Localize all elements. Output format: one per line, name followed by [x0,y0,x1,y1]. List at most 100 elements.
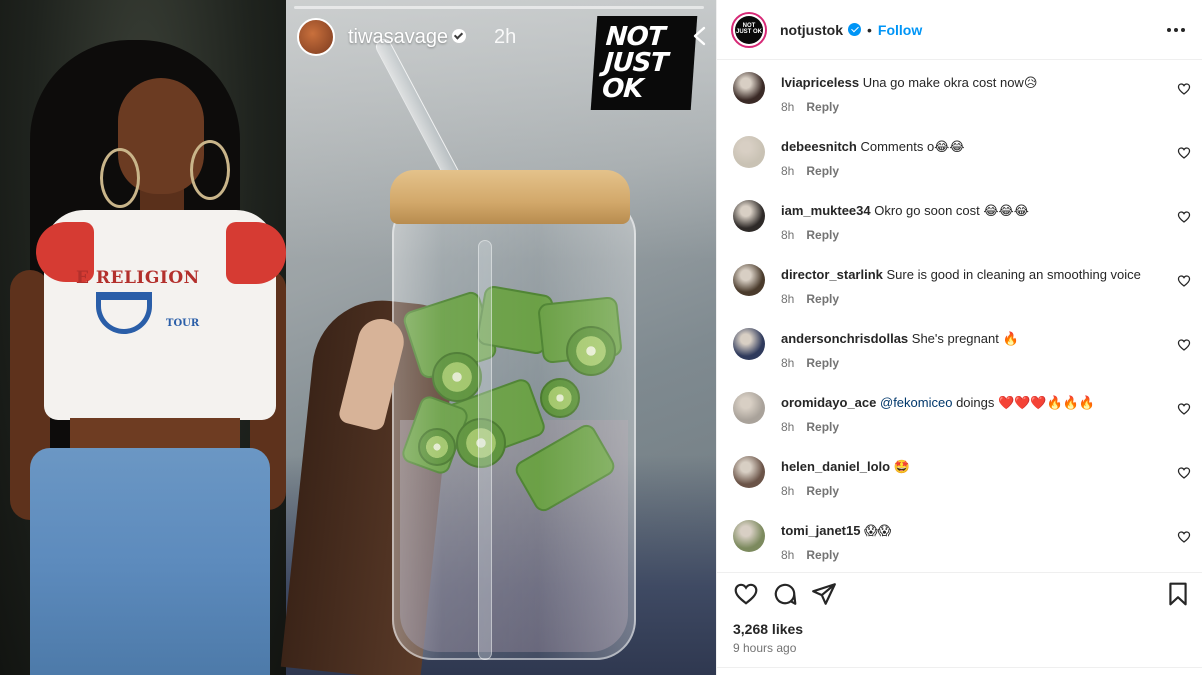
comment-row: helen_daniel_lolo 🤩 8h Reply [733,444,1193,508]
glass-jar [392,200,636,660]
comment-time[interactable]: 8h [781,548,794,562]
avatar-logo: NOT JUST OK [735,15,763,44]
comment-row: andersonchrisdollas She's pregnant 🔥 8h Re… [733,316,1193,380]
heart-icon[interactable] [1177,146,1191,160]
reply-button[interactable]: Reply [806,356,839,370]
photo-woman: E RELIGION TOUR [0,0,286,675]
brand-line-1: NOT [604,22,666,52]
comment-username[interactable]: helen_daniel_lolo [781,459,890,474]
comments-list[interactable]: lviapriceless Una go make okra cost now😥… [717,60,1202,572]
comment-time[interactable]: 8h [781,420,794,434]
heart-icon[interactable] [1177,210,1191,224]
comment-meta: 8h Reply [781,420,839,434]
share-icon[interactable] [811,581,837,607]
comment-text: 🤩 [893,459,910,474]
comment-meta: 8h Reply [781,228,839,242]
post-timestamp[interactable]: 9 hours ago [733,641,796,655]
comment-avatar[interactable] [733,72,765,104]
jeans-shape [30,448,270,675]
comment-username[interactable]: iam_muktee34 [781,203,871,218]
more-options-icon[interactable] [1166,27,1186,33]
story-progress-bar [294,6,704,9]
comment-time[interactable]: 8h [781,356,794,370]
follow-button[interactable]: Follow [878,22,922,38]
comment-body: andersonchrisdollas She's pregnant 🔥 [781,330,1161,348]
shirt-text: E RELIGION [76,268,200,288]
comment-meta: 8h Reply [781,100,839,114]
story-username-text: tiwasavage [348,26,449,48]
bookmark-icon[interactable] [1165,581,1191,607]
comment-body: lviapriceless Una go make okra cost now😥 [781,74,1161,92]
verified-icon [452,28,467,43]
comment-time[interactable]: 8h [781,164,794,178]
reply-button[interactable]: Reply [806,420,839,434]
earring-left [100,148,140,208]
verified-icon [848,23,861,36]
bamboo-lid [390,170,630,224]
divider [717,667,1202,668]
heart-icon[interactable] [1177,402,1191,416]
comment-avatar[interactable] [733,328,765,360]
comment-time[interactable]: 8h [781,228,794,242]
comment-avatar[interactable] [733,136,765,168]
sleeve-right [226,222,286,284]
comment-avatar[interactable] [733,456,765,488]
comment-mention[interactable]: @fekomiceo [880,395,952,410]
heart-icon[interactable] [1177,82,1191,96]
action-bar: 3,268 likes 9 hours ago [717,572,1202,675]
comment-username[interactable]: debeesnitch [781,139,857,154]
heart-icon[interactable] [1177,274,1191,288]
comment-username[interactable]: oromidayo_ace [781,395,876,410]
chevron-left-icon [693,26,706,46]
comment-text: 😱😱 [864,523,892,538]
story-time: 2h [494,26,517,48]
post-sidebar: NOT JUST OK notjustok • Follow lviaprice… [716,0,1202,675]
comment-meta: 8h Reply [781,164,839,178]
reply-button[interactable]: Reply [806,164,839,178]
comment-meta: 8h Reply [781,548,839,562]
comment-text: doings ❤️❤️❤️🔥🔥🔥 [956,395,1096,410]
comment-username[interactable]: lviapriceless [781,75,859,90]
avatar[interactable]: NOT JUST OK [731,11,767,48]
comment-icon[interactable] [772,581,798,607]
heart-icon[interactable] [1177,530,1191,544]
brand-line-2: JUST [602,48,669,78]
comment-text: Una go make okra cost now😥 [862,75,1038,90]
reply-button[interactable]: Reply [806,100,839,114]
comment-row: oromidayo_ace @fekomiceo doings ❤️❤️❤️🔥🔥… [733,380,1193,444]
likes-count[interactable]: 3,268 likes [733,621,803,637]
story-username: tiwasavage [348,26,467,49]
comment-username[interactable]: andersonchrisdollas [781,331,908,346]
reply-button[interactable]: Reply [806,548,839,562]
comment-text: Okro go soon cost 😂😂😂 [874,203,1029,218]
comment-meta: 8h Reply [781,484,839,498]
comment-avatar[interactable] [733,392,765,424]
shirt-tour: TOUR [166,318,200,329]
comment-row: tomi_janet15 😱😱 8h Reply [733,508,1193,572]
heart-icon[interactable] [1177,466,1191,480]
comment-username[interactable]: director_starlink [781,267,883,282]
post-media[interactable]: E RELIGION TOUR tiwasavage 2h NOT JUST O… [0,0,716,675]
reply-button[interactable]: Reply [806,292,839,306]
earring-right [190,140,230,200]
reply-button[interactable]: Reply [806,484,839,498]
comment-time[interactable]: 8h [781,100,794,114]
comment-avatar[interactable] [733,264,765,296]
comment-body: oromidayo_ace @fekomiceo doings ❤️❤️❤️🔥🔥… [781,394,1161,412]
heart-icon[interactable] [733,581,759,607]
comment-text: Comments o😂😂 [860,139,965,154]
comment-username[interactable]: tomi_janet15 [781,523,860,538]
comment-row: iam_muktee34 Okro go soon cost 😂😂😂 8h Repl… [733,188,1193,252]
comment-text: Sure is good in cleaning an smoothing vo… [886,267,1141,282]
reply-button[interactable]: Reply [806,228,839,242]
comment-avatar[interactable] [733,200,765,232]
comment-avatar[interactable] [733,520,765,552]
brand-logo: NOT JUST OK [590,16,698,110]
comment-row: director_starlink Sure is good in cleani… [733,252,1193,316]
comment-text: She's pregnant 🔥 [911,331,1019,346]
post-username[interactable]: notjustok [780,22,843,38]
comment-body: tomi_janet15 😱😱 [781,522,1161,540]
comment-time[interactable]: 8h [781,484,794,498]
comment-time[interactable]: 8h [781,292,794,306]
heart-icon[interactable] [1177,338,1191,352]
